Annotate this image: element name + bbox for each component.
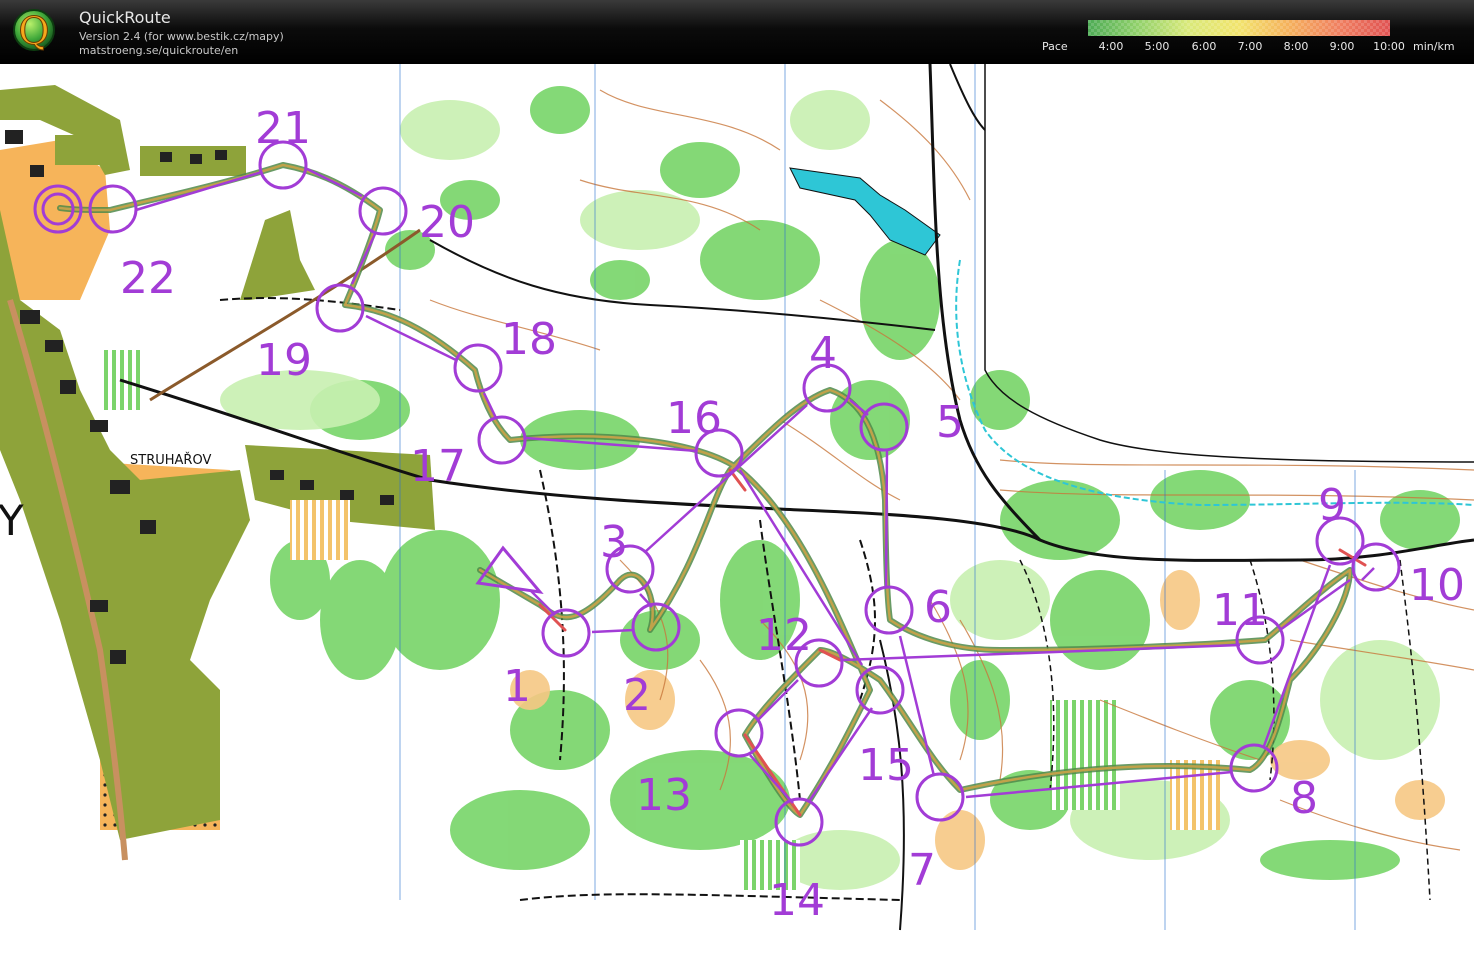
control-number-11: 11	[1212, 585, 1268, 636]
control-number-18: 18	[501, 314, 557, 365]
control-number-10: 10	[1409, 560, 1465, 611]
control-number-12: 12	[756, 610, 812, 661]
control-number-9: 9	[1318, 480, 1346, 531]
pace-tick-label: 8:00	[1283, 40, 1309, 53]
orienteering-map[interactable]: STRUHAŘOV Y 1 234567891011121314151617181…	[0, 64, 1474, 963]
control-number-21: 21	[255, 103, 311, 154]
app-header: Q QuickRoute Version 2.4 (for www.bestik…	[0, 0, 1474, 64]
control-number-14: 14	[769, 875, 825, 926]
control-number-22: 22	[120, 253, 176, 304]
pace-tick-label: 6:00	[1191, 40, 1217, 53]
logo-letter: Q	[18, 9, 49, 53]
control-number-20: 20	[419, 197, 475, 248]
place-label: STRUHAŘOV	[130, 452, 211, 468]
pace-tick-label: 4:00	[1098, 40, 1124, 53]
control-number-16: 16	[666, 393, 722, 444]
pace-tick-label: 9:00	[1329, 40, 1355, 53]
control-number-17: 17	[410, 441, 466, 492]
pace-unit: min/km	[1413, 40, 1455, 53]
control-number-8: 8	[1290, 773, 1318, 824]
control-number-7: 7	[908, 845, 936, 896]
control-number-13: 13	[636, 770, 692, 821]
control-number-2: 2	[623, 670, 651, 721]
control-number-3: 3	[600, 517, 628, 568]
pace-legend-label: Pace	[1042, 40, 1068, 53]
app-url: matstroeng.se/quickroute/en	[79, 44, 239, 57]
edge-letter: Y	[0, 496, 24, 545]
settlement-area	[55, 135, 110, 165]
app-title: QuickRoute	[79, 8, 171, 27]
pace-color-scale	[1088, 20, 1390, 36]
control-number-4: 4	[809, 328, 837, 379]
control-number-19: 19	[256, 335, 312, 386]
control-number-5: 5	[936, 397, 964, 448]
control-number-1: 1	[503, 661, 531, 712]
app-version: Version 2.4 (for www.bestik.cz/mapy)	[79, 30, 284, 43]
pace-tick-label: 5:00	[1144, 40, 1170, 53]
control-number-6: 6	[924, 582, 952, 633]
pace-tick-label: 10:00	[1373, 40, 1405, 53]
pace-tick-label: 7:00	[1237, 40, 1263, 53]
control-number-15: 15	[858, 740, 914, 791]
map-boundary	[984, 64, 1474, 463]
quickroute-logo-icon: Q	[13, 9, 55, 54]
